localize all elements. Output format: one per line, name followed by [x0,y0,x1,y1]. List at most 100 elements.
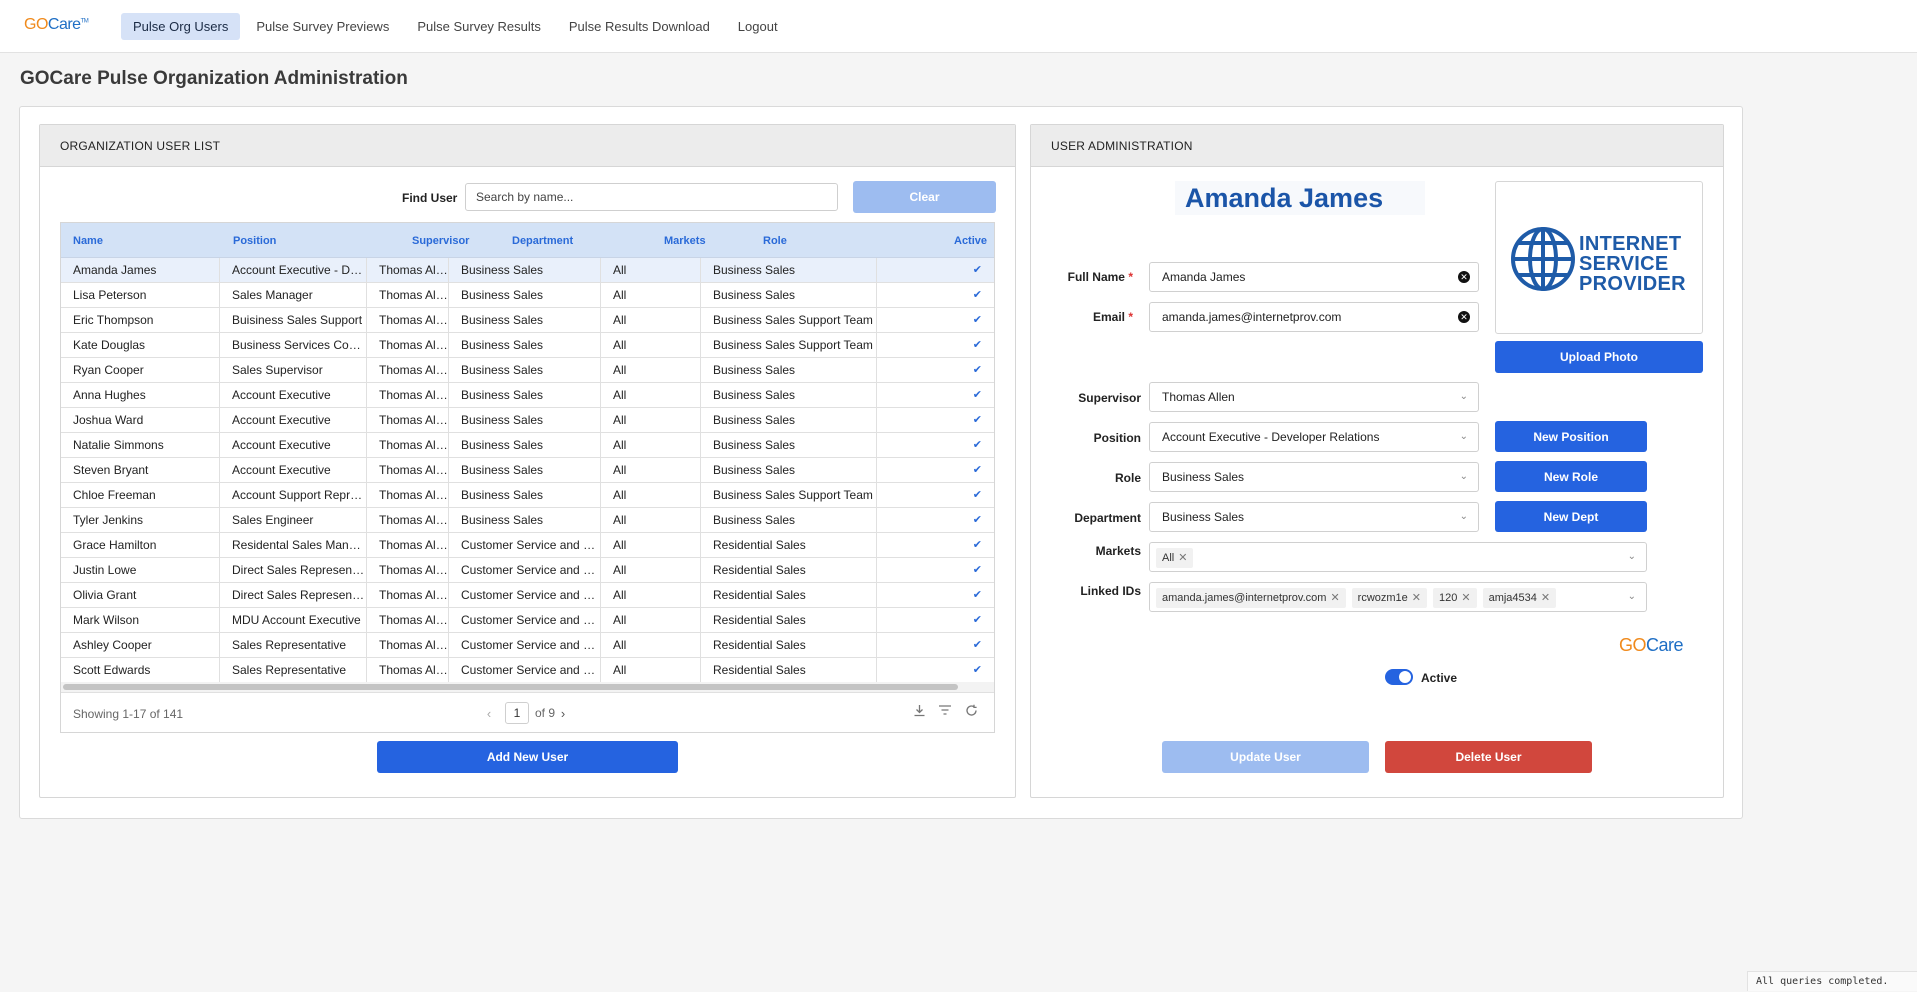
cell-name: Amanda James [61,258,220,282]
nav-links: Pulse Org Users Pulse Survey Previews Pu… [121,13,794,40]
cell-supervisor: Thomas Allen [367,458,449,482]
supervisor-select[interactable]: Thomas Allen ⌄ [1149,382,1479,412]
gocare-logo[interactable]: GOCareTM [24,16,89,34]
refresh-icon[interactable] [958,704,984,720]
pagination: ‹ 1 of 9 › [481,702,571,724]
logo-go-text: GO [24,16,48,33]
cell-supervisor: Thomas Allen [367,308,449,332]
role-select[interactable]: Business Sales ⌄ [1149,462,1479,492]
new-role-button[interactable]: New Role [1495,461,1647,492]
remove-chip-icon[interactable]: ✕ [1541,592,1550,604]
active-toggle[interactable] [1385,669,1413,685]
new-position-button[interactable]: New Position [1495,421,1647,452]
clear-button[interactable]: Clear [853,181,996,213]
table-row[interactable]: Ashley Cooper Sales Representative Thomas … [61,633,994,658]
horizontal-scrollbar[interactable] [61,682,994,692]
linked-ids-label: Linked IDs [1080,584,1141,598]
table-row[interactable]: Amanda JamesAccount Executive - Develope… [61,258,994,283]
update-user-button[interactable]: Update User [1162,741,1369,773]
clear-full-name-icon[interactable]: ✕ [1458,271,1470,283]
table-row[interactable]: Anna Hughes Account Executive Thomas Allen… [61,383,994,408]
top-navbar: GOCareTM Pulse Org Users Pulse Survey Pr… [0,0,1917,53]
cell-markets: All [601,333,701,357]
cell-department: Business Sales [449,433,601,457]
nav-pulse-survey-previews[interactable]: Pulse Survey Previews [244,13,401,40]
checkmark-icon: ✔ [972,664,982,676]
position-select[interactable]: Account Executive - Developer Relations … [1149,422,1479,452]
cell-name: Scott Edwards [61,658,220,682]
logo-tm: TM [80,18,89,25]
table-row[interactable]: Lisa Peterson Sales Manager Thomas Allen Bu… [61,283,994,308]
cell-markets: All [601,558,701,582]
linked-ids-multiselect[interactable]: amanda.james@internetprov.com ✕ rcwozm1e ✕ 1… [1149,582,1647,612]
page-number-input[interactable]: 1 [505,702,529,724]
filter-icon[interactable] [932,704,958,720]
remove-chip-icon[interactable]: ✕ [1330,592,1339,604]
cell-name: Mark Wilson [61,608,220,632]
table-row[interactable]: Justin Lowe Direct Sales Representative Th… [61,558,994,583]
column-header-markets[interactable]: Markets [664,235,706,247]
cell-supervisor: Thomas Allen [367,608,449,632]
cell-position: Sales Supervisor [220,358,367,382]
column-header-supervisor[interactable]: Supervisor [412,235,469,247]
department-select[interactable]: Business Sales ⌄ [1149,502,1479,532]
delete-user-button[interactable]: Delete User [1385,741,1592,773]
cell-markets: All [601,383,701,407]
upload-photo-button[interactable]: Upload Photo [1495,341,1703,373]
cell-name: Anna Hughes [61,383,220,407]
cell-role: Business Sales [701,458,877,482]
download-icon[interactable] [906,704,932,720]
remove-chip-icon[interactable]: ✕ [1461,592,1470,604]
column-header-role[interactable]: Role [763,235,787,247]
isp-line-1: INTERNET [1579,233,1682,255]
table-row[interactable]: Mark Wilson MDU Account Executive Thomas A… [61,608,994,633]
supervisor-value: Thomas Allen [1162,390,1235,404]
table-row[interactable]: Tyler Jenkins Sales Engineer Thomas Allen B… [61,508,994,533]
nav-pulse-survey-results[interactable]: Pulse Survey Results [405,13,553,40]
table-row[interactable]: Chloe FreemanAccount Support Representat… [61,483,994,508]
full-name-label-text: Full Name [1067,270,1125,284]
checkmark-icon: ✔ [972,314,982,326]
email-field[interactable]: amanda.james@internetprov.com ✕ [1149,302,1479,332]
column-header-position[interactable]: Position [233,235,276,247]
table-row[interactable]: Ryan Cooper Sales Supervisor Thomas Allen B… [61,358,994,383]
nav-pulse-results-download[interactable]: Pulse Results Download [557,13,722,40]
cell-supervisor: Thomas Allen [367,358,449,382]
cell-name: Olivia Grant [61,583,220,607]
add-new-user-button[interactable]: Add New User [377,741,678,773]
cell-department: Business Sales [449,458,601,482]
column-header-department[interactable]: Department [512,235,573,247]
clear-email-icon[interactable]: ✕ [1458,311,1470,323]
search-input[interactable] [465,183,838,211]
page-title: GOCare Pulse Organization Administration [20,68,408,89]
user-grid: Name Position Supervisor Department Mark… [60,222,995,733]
nav-pulse-org-users[interactable]: Pulse Org Users [121,13,241,40]
remove-chip-icon[interactable]: ✕ [1412,592,1421,604]
table-row[interactable]: Scott Edwards Sales Representative Thomas … [61,658,994,683]
table-row[interactable]: Natalie Simmons Account Executive Thomas A… [61,433,994,458]
table-row[interactable]: Steven Bryant Account Executive Thomas All… [61,458,994,483]
scrollbar-thumb[interactable] [63,684,958,690]
table-row[interactable]: Eric Thompson Buisiness Sales Support Thom… [61,308,994,333]
next-page-icon[interactable]: › [555,706,571,721]
table-row[interactable]: Joshua Ward Account Executive Thomas Allen… [61,408,994,433]
table-row[interactable]: Olivia Grant Direct Sales Representative T… [61,583,994,608]
column-header-active[interactable]: Active [954,235,987,247]
cell-department: Business Sales [449,258,601,282]
cell-position: Sales Representative [220,658,367,682]
markets-multiselect[interactable]: All ✕ ⌄ [1149,542,1647,572]
cell-name: Ryan Cooper [61,358,220,382]
new-dept-button[interactable]: New Dept [1495,501,1647,532]
table-row[interactable]: Grace Hamilton Residental Sales Manager Th… [61,533,994,558]
table-row[interactable]: Kate DouglasBusiness Services Coordinato… [61,333,994,358]
nav-logout[interactable]: Logout [726,13,790,40]
cell-markets: All [601,258,701,282]
remove-chip-icon[interactable]: ✕ [1178,552,1187,564]
linked-id-label: amja4534 [1488,592,1537,604]
grid-footer: Showing 1-17 of 141 ‹ 1 of 9 › [61,692,994,732]
prev-page-icon[interactable]: ‹ [481,706,497,721]
cell-position: Direct Sales Representative [220,583,367,607]
full-name-field[interactable]: Amanda James ✕ [1149,262,1479,292]
column-header-name[interactable]: Name [73,235,103,247]
cell-position: Account Executive [220,383,367,407]
